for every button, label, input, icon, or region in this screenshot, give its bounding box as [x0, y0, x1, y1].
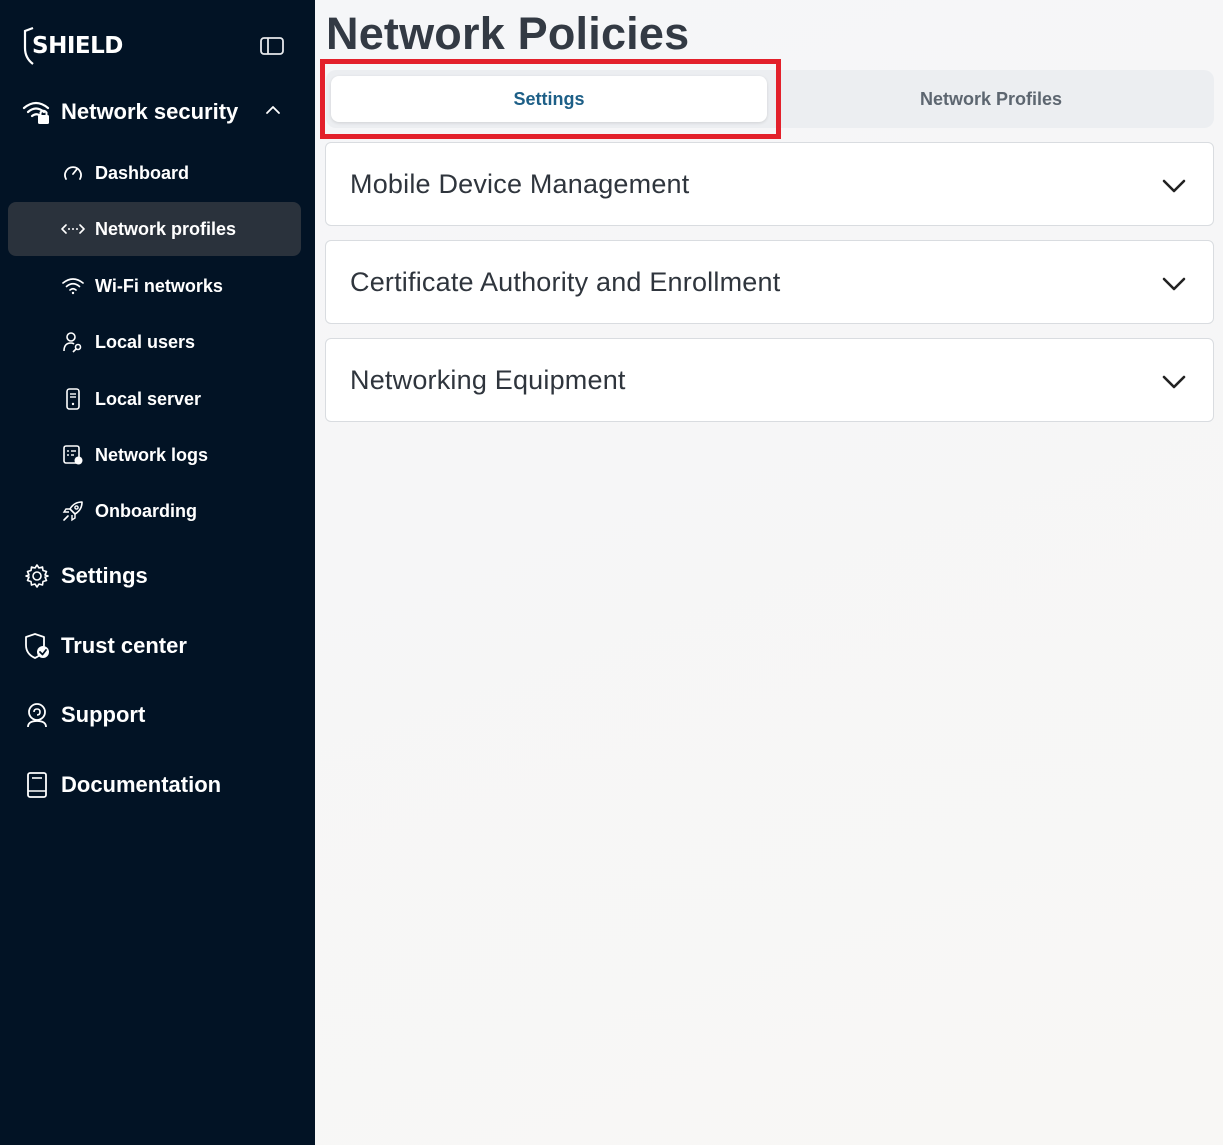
sidebar-item-label: Documentation: [61, 772, 222, 797]
log-icon: [61, 443, 85, 467]
wifi-icon: [61, 274, 85, 298]
speedometer-icon: [61, 161, 85, 185]
sidebar-item-label: Network profiles: [95, 218, 237, 239]
sidebar-item-label: Network logs: [95, 444, 209, 465]
accordion-certificate-authority[interactable]: Certificate Authority and Enrollment: [325, 240, 1214, 324]
chevron-down-icon: [1162, 375, 1186, 389]
chevron-down-icon: [1162, 179, 1186, 193]
sidebar-item-label: Local users: [95, 331, 196, 352]
sidebar-item-trust-center[interactable]: Trust center: [22, 624, 187, 668]
sidebar-item-network-logs[interactable]: Network logs: [8, 428, 301, 482]
sidebar-item-dashboard[interactable]: Dashboard: [8, 146, 301, 200]
tab-network-profiles[interactable]: Network Profiles: [771, 76, 1211, 122]
book-icon: [22, 770, 52, 800]
chevron-up-icon[interactable]: [264, 101, 282, 119]
rocket-icon: [61, 499, 85, 523]
sidebar-item-settings[interactable]: Settings: [22, 554, 148, 598]
sidebar: SHIELD Network security Dashboard Networ…: [0, 0, 315, 1145]
sidebar-item-local-users[interactable]: Local users: [8, 315, 301, 369]
user-key-icon: [61, 330, 85, 354]
wifi-lock-icon: [22, 97, 52, 127]
sidebar-item-label: Wi-Fi networks: [95, 275, 223, 296]
main-content: Network Policies Settings Network Profil…: [315, 0, 1223, 1145]
sidebar-item-label: Support: [61, 702, 146, 727]
server-icon: [61, 387, 85, 411]
sidebar-item-local-server[interactable]: Local server: [8, 372, 301, 426]
sidebar-item-label: Dashboard: [95, 162, 190, 183]
sidebar-item-wifi-networks[interactable]: Wi-Fi networks: [8, 259, 301, 313]
gear-icon: [22, 561, 52, 591]
page-title: Network Policies: [326, 8, 690, 59]
shield-logo[interactable]: SHIELD: [22, 26, 123, 66]
tab-settings[interactable]: Settings: [331, 76, 767, 122]
accordion-networking-equipment[interactable]: Networking Equipment: [325, 338, 1214, 422]
sidebar-item-label: Local server: [95, 388, 202, 409]
sidebar-section-network-security[interactable]: Network security: [22, 90, 238, 134]
chevron-down-icon: [1162, 277, 1186, 291]
sidebar-item-label: Onboarding: [95, 500, 197, 521]
sidebar-item-support[interactable]: Support: [22, 693, 145, 737]
sidebar-item-documentation[interactable]: Documentation: [22, 763, 221, 807]
tab-bar: Settings Network Profiles: [326, 70, 1214, 128]
accordion-title: Mobile Device Management: [350, 168, 690, 199]
accordion-title: Certificate Authority and Enrollment: [350, 266, 781, 297]
sidebar-toggle-icon: [260, 37, 284, 55]
shield-check-icon: [22, 631, 52, 661]
sidebar-item-label: Trust center: [61, 633, 187, 658]
accordion-title: Networking Equipment: [350, 364, 626, 395]
accordion-mobile-device-management[interactable]: Mobile Device Management: [325, 142, 1214, 226]
headset-icon: [22, 700, 52, 730]
sidebar-item-label: Settings: [61, 563, 148, 588]
logo-text: SHIELD: [32, 33, 123, 59]
sidebar-toggle-button[interactable]: [259, 35, 285, 57]
code-arrows-icon: [61, 217, 85, 241]
sidebar-item-network-profiles[interactable]: Network profiles: [8, 202, 301, 256]
sidebar-section-label: Network security: [61, 99, 239, 124]
sidebar-item-onboarding[interactable]: Onboarding: [8, 484, 301, 538]
